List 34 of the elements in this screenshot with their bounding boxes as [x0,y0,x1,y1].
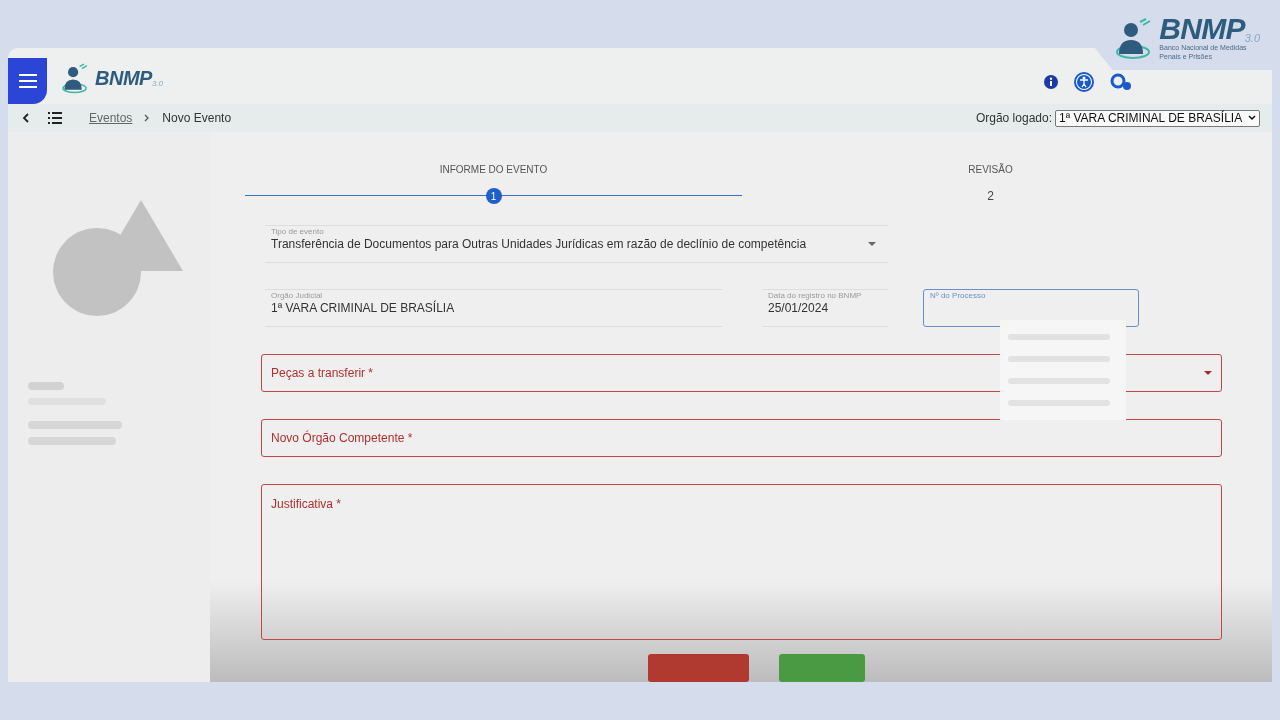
orgao-label: Orgão logado: [975,110,1052,127]
accessibility-icon[interactable] [1074,72,1094,92]
select-field[interactable]: Peças a transferir * [261,354,1222,392]
text-field[interactable]: Novo Órgão Competente * [261,419,1222,457]
text-field[interactable]: Data do registro no BNMP 25/01/2024 [762,289,888,327]
step-number: 1 [485,188,502,204]
logo-text: BNMP [1159,14,1245,44]
caret-icon [868,242,876,246]
menu-button[interactable] [8,58,47,104]
floating-label: Nº do Processo [928,292,988,300]
select-field[interactable]: Tipo de evento Transferência de Documentos para Outras Unidades Jurídicas em razão de declínio de competência [265,225,888,263]
version-text: 3.0 [151,80,163,88]
menu-icon [18,74,37,88]
floating-label: Tipo de evento [269,228,326,236]
version-text: 3.0 [1244,33,1260,44]
breadcrumb-current: Novo Evento [162,110,232,127]
caret-icon [1204,371,1212,375]
back-icon[interactable] [22,113,30,123]
breadcrumb-link[interactable]: Eventos [89,109,133,127]
orgao-select[interactable]: 1ª VARA CRIMINAL DE BRASÍLIA [1055,109,1260,127]
avatar-icon [53,200,183,316]
step-number: 2 [986,188,995,204]
list-icon[interactable] [48,112,62,124]
step-tab[interactable]: REVISÃO 2 [742,164,1239,204]
text-field[interactable]: Orgão Judicial 1ª VARA CRIMINAL DE BRASÍLIA [265,289,722,327]
step-tab[interactable]: INFORME DO EVENTO 1 [245,164,742,204]
floating-label: Data do registro no BNMP [766,292,864,300]
info-icon[interactable] [1044,75,1058,89]
floating-label: Orgão Judicial [269,292,325,300]
chevron-icon [144,114,151,122]
caret-icon [1248,115,1256,121]
textarea-field[interactable]: Justificativa * [261,484,1222,640]
logo-text: BNMP [95,68,152,88]
redacted-bar [28,382,64,390]
